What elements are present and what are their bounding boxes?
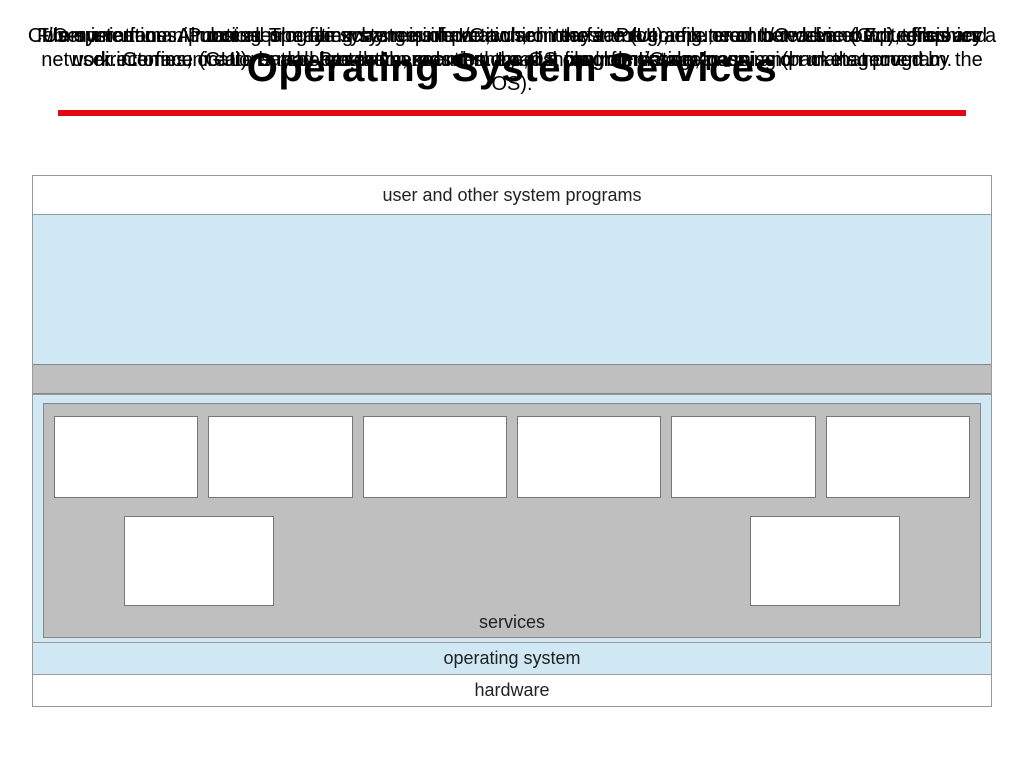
services-row-2 <box>54 516 970 606</box>
service-box <box>517 416 661 498</box>
layer-services: services <box>33 394 991 642</box>
layer-syscall-band <box>33 364 991 394</box>
title-underline <box>58 110 966 116</box>
services-panel: services <box>43 403 981 638</box>
service-box <box>826 416 970 498</box>
service-box <box>363 416 507 498</box>
layer-interfaces <box>33 214 991 364</box>
services-label: services <box>54 612 970 633</box>
service-box <box>124 516 274 606</box>
layer-operating-system: operating system <box>33 642 991 674</box>
layer-hardware: hardware <box>33 674 991 706</box>
services-row-1 <box>54 416 970 498</box>
service-box <box>54 416 198 498</box>
service-box <box>208 416 352 498</box>
service-box <box>750 516 900 606</box>
layer-user-programs: user and other system programs <box>33 176 991 214</box>
slide-title: Operating System Services <box>0 46 1024 91</box>
service-box <box>671 416 815 498</box>
slide: Communications. Processes may exchange i… <box>0 0 1024 768</box>
os-services-diagram: user and other system programs services <box>32 175 992 707</box>
